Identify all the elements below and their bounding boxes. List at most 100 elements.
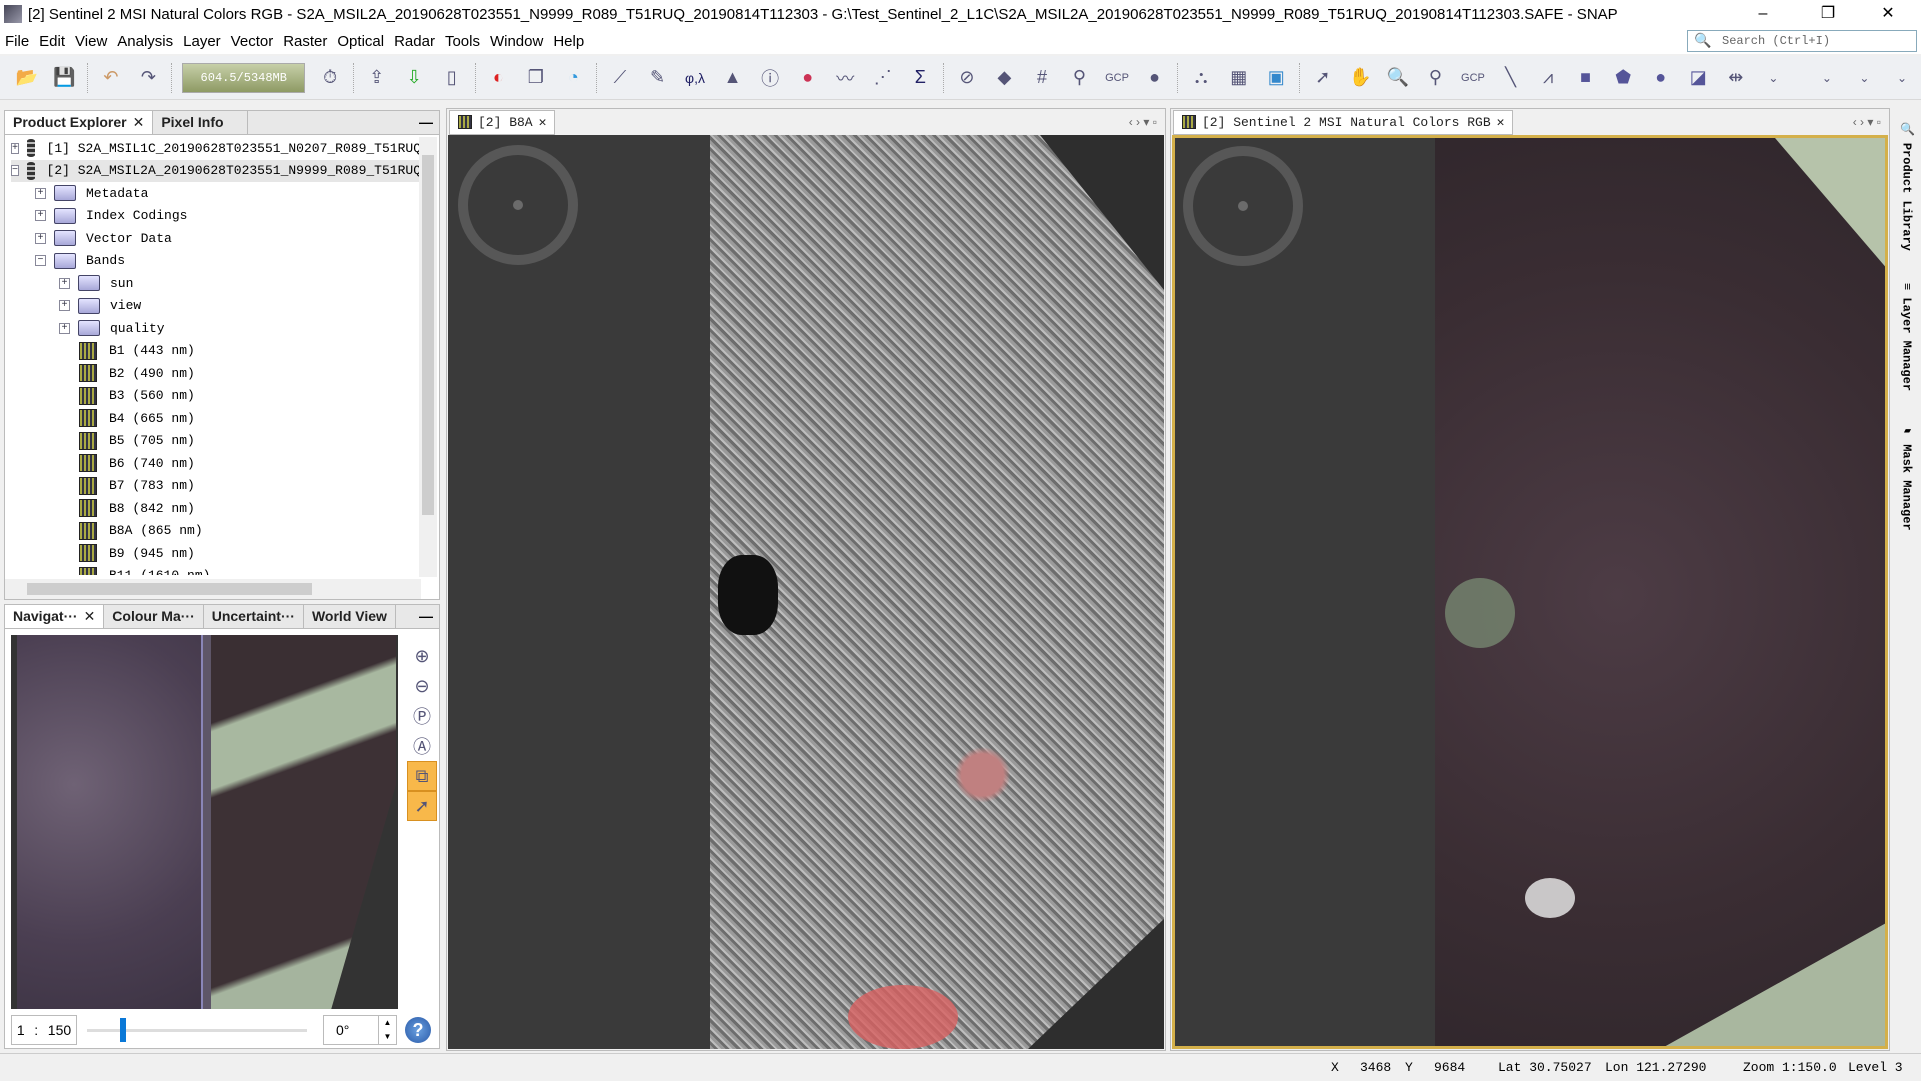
tab-world-view[interactable]: World View bbox=[304, 605, 396, 628]
zoom-in-icon[interactable]: ⊕ bbox=[407, 641, 437, 671]
tab-pixel-info[interactable]: Pixel Info bbox=[153, 111, 249, 134]
zoom-out-icon[interactable]: ⊖ bbox=[407, 671, 437, 701]
tree-band[interactable]: B5 (705 nm) bbox=[11, 430, 421, 453]
polygon-tool-icon[interactable]: ⬟ bbox=[1608, 63, 1638, 93]
graph-builder-icon[interactable]: ⛬ bbox=[1186, 63, 1216, 93]
sync-views-icon[interactable]: ⧉ bbox=[407, 761, 437, 791]
tree-band[interactable]: B8 (842 nm) bbox=[11, 497, 421, 520]
pin-icon[interactable]: ⚲ bbox=[1065, 63, 1095, 93]
close-icon[interactable]: ✕ bbox=[1497, 115, 1505, 130]
tab-view-b8a[interactable]: [2] B8A ✕ bbox=[449, 109, 556, 135]
line-tool-icon[interactable]: ╲ bbox=[1496, 63, 1526, 93]
gcp-tool-icon[interactable]: GCP bbox=[1458, 63, 1488, 93]
menu-optical[interactable]: Optical bbox=[332, 33, 389, 50]
more-chevron-icon[interactable]: ⌄ bbox=[1759, 63, 1789, 93]
image-canvas-rgb[interactable] bbox=[1172, 135, 1888, 1049]
gcp-icon[interactable]: GCP bbox=[1102, 63, 1132, 93]
tree-band[interactable]: B6 (740 nm) bbox=[11, 452, 421, 475]
histogram-icon[interactable]: ▲ bbox=[718, 63, 748, 93]
sidebar-layer-manager[interactable]: ≡ Layer Manager bbox=[1900, 277, 1914, 397]
tree-folder-metadata[interactable]: + Metadata bbox=[11, 182, 421, 205]
tree-band[interactable]: B11 (1610 nm) bbox=[11, 565, 421, 575]
sync-cursor-icon[interactable]: ➚ bbox=[407, 791, 437, 821]
help-icon[interactable]: ? bbox=[405, 1017, 431, 1043]
tree-product-2[interactable]: − [2] S2A_MSIL2A_20190628T023551_N9999_R0… bbox=[11, 159, 421, 182]
tree-folder-bands[interactable]: − Bands bbox=[11, 250, 421, 273]
search-input[interactable]: 🔍 Search (Ctrl+I) bbox=[1687, 30, 1917, 52]
sidebar-mask-manager[interactable]: ▰ Mask Manager bbox=[1900, 417, 1914, 537]
navigation-control-icon[interactable] bbox=[458, 145, 578, 265]
tab-view-rgb[interactable]: [2] Sentinel 2 MSI Natural Colors RGB ✕ bbox=[1173, 109, 1514, 135]
horizontal-scrollbar[interactable] bbox=[5, 579, 421, 599]
tree-band[interactable]: B4 (665 nm) bbox=[11, 407, 421, 430]
multi-window-icon[interactable]: ❐ bbox=[521, 63, 551, 93]
save-product-icon[interactable]: 💾 bbox=[50, 63, 80, 93]
menu-layer[interactable]: Layer bbox=[178, 33, 226, 50]
batch-processing-icon[interactable]: ▦ bbox=[1224, 63, 1254, 93]
close-icon[interactable]: ✕ bbox=[133, 114, 145, 130]
close-button[interactable]: ✕ bbox=[1865, 0, 1911, 28]
view-window-controls[interactable]: ‹ › ▾ ▫ bbox=[1129, 115, 1157, 129]
menu-raster[interactable]: Raster bbox=[278, 33, 332, 50]
world-wind-icon[interactable]: ◔ bbox=[559, 63, 589, 93]
menu-view[interactable]: View bbox=[70, 33, 112, 50]
undo-icon[interactable]: ↶ bbox=[96, 63, 126, 93]
tree-band[interactable]: B3 (560 nm) bbox=[11, 385, 421, 408]
profile-plot-icon[interactable]: 〰 bbox=[830, 63, 860, 93]
close-icon[interactable]: ✕ bbox=[539, 115, 547, 130]
vertical-scrollbar[interactable] bbox=[419, 137, 437, 577]
tree-folder-sun[interactable]: + sun bbox=[11, 272, 421, 295]
band-maths-icon[interactable]: ▯ bbox=[437, 63, 467, 93]
close-icon[interactable]: ✕ bbox=[84, 608, 96, 624]
more-chevron-icon[interactable]: ⌄ bbox=[1812, 63, 1842, 93]
zoom-tool-icon[interactable]: 🔍 bbox=[1383, 63, 1413, 93]
more-chevron-icon[interactable]: ⌄ bbox=[1887, 63, 1917, 93]
rotation-field[interactable]: 0° ▲ ▼ bbox=[323, 1015, 397, 1045]
range-finder-icon[interactable]: ⇹ bbox=[1721, 63, 1751, 93]
scale-field[interactable]: 1:150 bbox=[11, 1015, 77, 1045]
graticule-icon[interactable]: # bbox=[1027, 63, 1057, 93]
navigation-overview-image[interactable] bbox=[11, 635, 398, 1009]
insert-figure-icon[interactable]: ◪ bbox=[1683, 63, 1713, 93]
minimize-button[interactable]: – bbox=[1740, 0, 1786, 28]
menu-help[interactable]: Help bbox=[548, 33, 589, 50]
tree-band[interactable]: B1 (443 nm) bbox=[11, 340, 421, 363]
tree-folder-view[interactable]: + view bbox=[11, 295, 421, 318]
scatter-plot-icon[interactable]: ⋰ bbox=[868, 63, 898, 93]
more-chevron-icon[interactable]: ⌄ bbox=[1850, 63, 1880, 93]
import-icon[interactable]: ⇩ bbox=[399, 63, 429, 93]
tab-uncertainty[interactable]: Uncertaint··· bbox=[204, 605, 304, 628]
tab-product-explorer[interactable]: Product Explorer ✕ bbox=[5, 111, 154, 134]
pin-placing-icon[interactable]: ⚲ bbox=[1421, 63, 1451, 93]
information-icon[interactable]: ⓘ bbox=[755, 63, 785, 93]
select-tool-icon[interactable]: ➚ bbox=[1308, 63, 1338, 93]
tree-band[interactable]: B7 (783 nm) bbox=[11, 475, 421, 498]
zoom-slider-thumb[interactable] bbox=[120, 1018, 126, 1042]
tree-band[interactable]: B2 (490 nm) bbox=[11, 362, 421, 385]
polyline-tool-icon[interactable]: ⩘ bbox=[1533, 63, 1563, 93]
mask-icon[interactable]: ⊘ bbox=[952, 63, 982, 93]
sum-icon[interactable]: Σ bbox=[906, 63, 936, 93]
memory-indicator[interactable]: 604.5/5348MB bbox=[182, 62, 306, 93]
world-map-icon[interactable]: ▣ bbox=[1261, 63, 1291, 93]
pan-tool-icon[interactable]: ✋ bbox=[1346, 63, 1376, 93]
view-window-controls[interactable]: ‹ › ▾ ▫ bbox=[1853, 115, 1881, 129]
export-icon[interactable]: ⇪ bbox=[362, 63, 392, 93]
menu-window[interactable]: Window bbox=[485, 33, 548, 50]
zoom-slider[interactable] bbox=[87, 1018, 307, 1042]
minimize-panel-button[interactable]: — bbox=[413, 111, 439, 134]
layer-icon[interactable]: ◆ bbox=[990, 63, 1020, 93]
tab-navigation[interactable]: Navigat··· ✕ bbox=[5, 605, 105, 628]
redo-icon[interactable]: ↷ bbox=[134, 63, 164, 93]
open-product-icon[interactable]: 📂 bbox=[12, 63, 42, 93]
menu-edit[interactable]: Edit bbox=[34, 33, 70, 50]
zoom-pixel-icon[interactable]: Ⓟ bbox=[407, 701, 437, 731]
minimize-panel-button[interactable]: — bbox=[413, 605, 439, 628]
sidebar-product-library[interactable]: 🔍 Product Library bbox=[1900, 115, 1914, 257]
tab-colour-manipulation[interactable]: Colour Ma··· bbox=[104, 605, 204, 628]
rgb-image-icon[interactable]: ◐ bbox=[484, 63, 514, 93]
ellipse-tool-icon[interactable]: ● bbox=[1646, 63, 1676, 93]
image-canvas-b8a[interactable] bbox=[448, 135, 1164, 1049]
menu-radar[interactable]: Radar bbox=[389, 33, 440, 50]
zoom-all-icon[interactable]: Ⓐ bbox=[407, 731, 437, 761]
